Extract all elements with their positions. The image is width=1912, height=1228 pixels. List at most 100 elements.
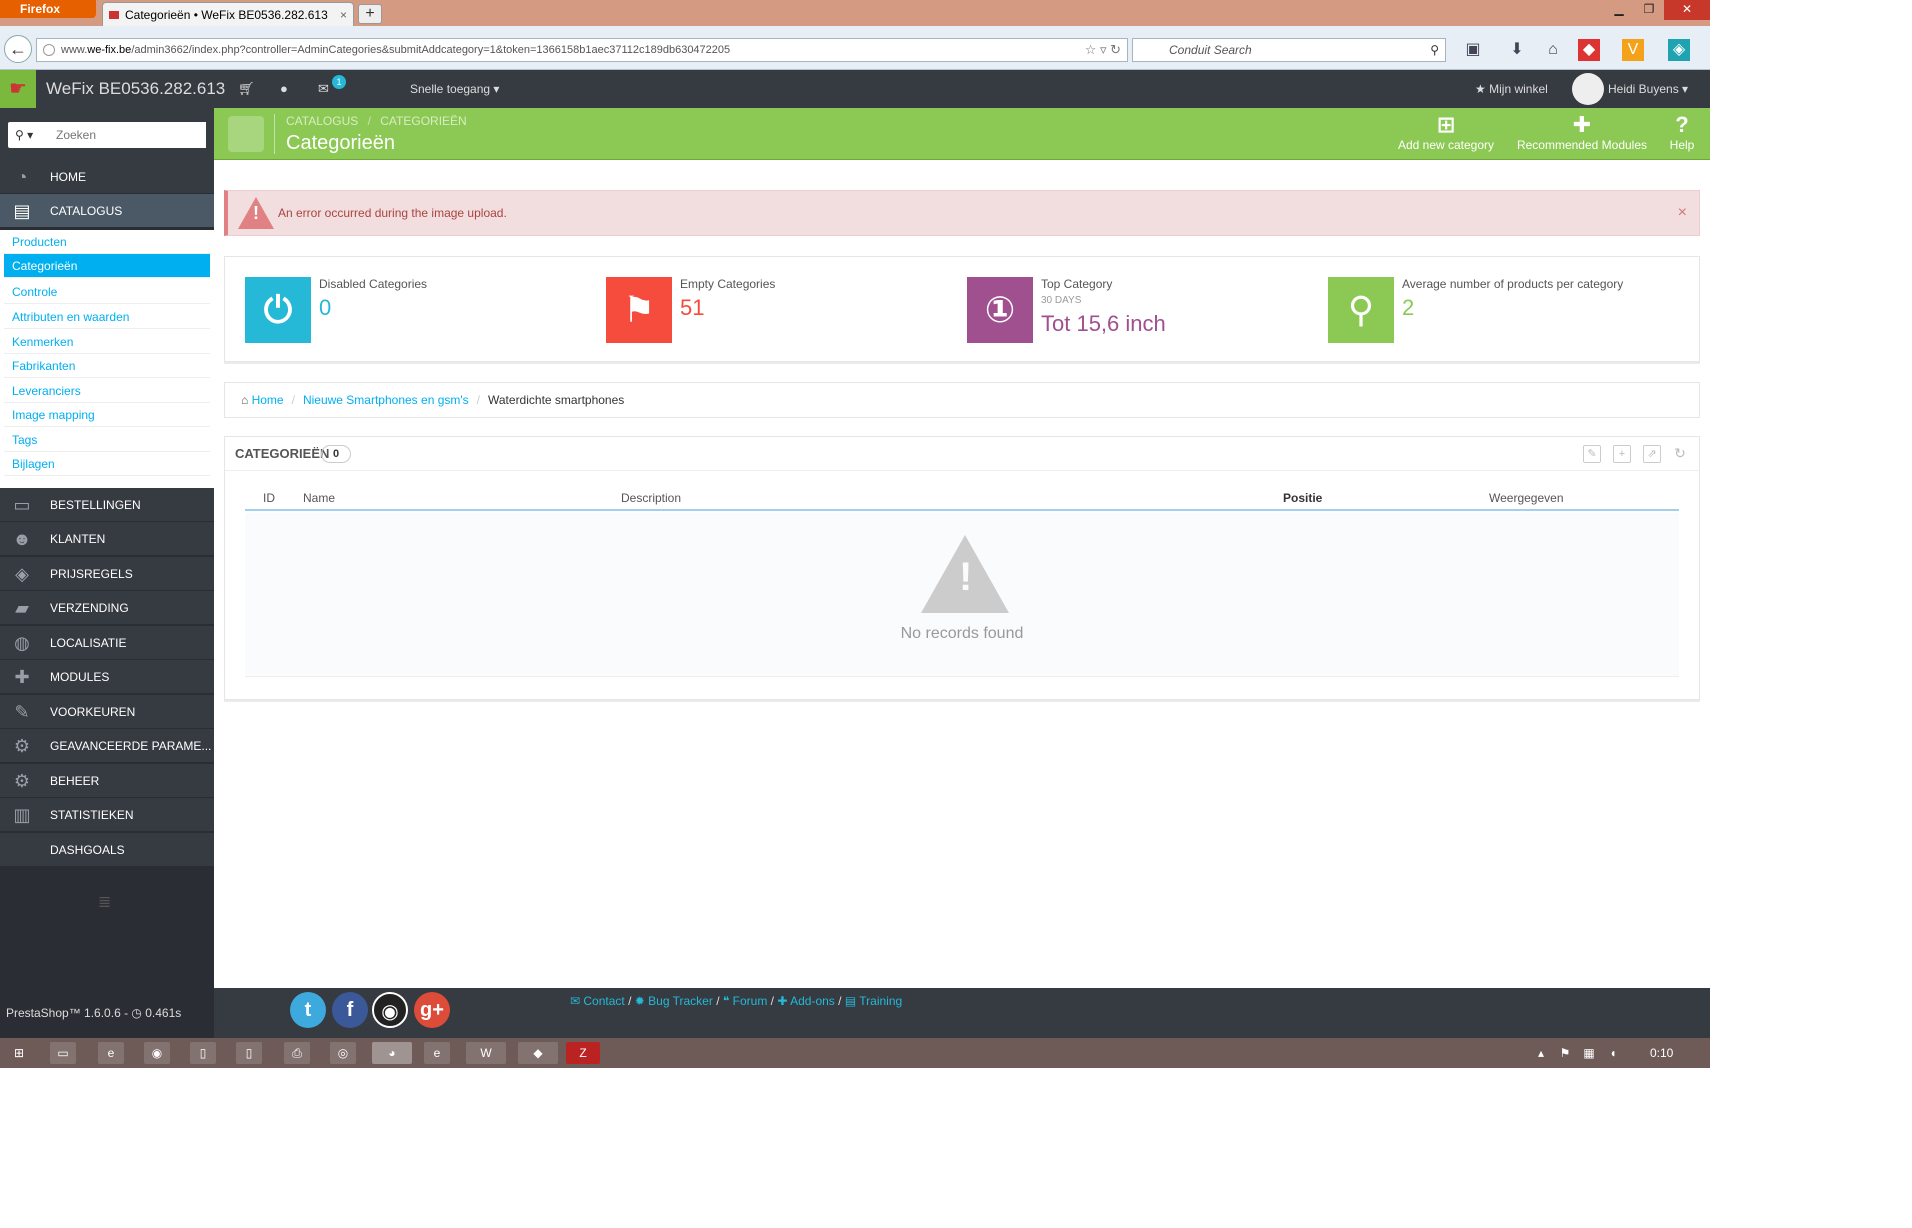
refresh-icon[interactable]: ↻ [1671,445,1689,463]
add-icon[interactable]: + [1613,445,1631,463]
search-bar[interactable]: Conduit Search ⚲ [1132,38,1446,62]
column-displayed[interactable]: Weergegeven [1489,491,1564,505]
column-position[interactable]: Positie [1283,491,1322,505]
sidebar-sub-tags[interactable]: Tags [4,428,210,452]
screenshot-icon[interactable]: ▣ [1462,39,1484,61]
recommended-modules-button[interactable]: ✚ Recommended Modules [1510,112,1654,156]
footer-link-addons[interactable]: ✚ Add-ons [777,994,834,1008]
user-icon[interactable]: ● [280,70,288,108]
shop-name[interactable]: WeFix BE0536.282.613 [46,70,225,108]
notepad-icon[interactable]: ▯ [236,1042,262,1064]
cart-icon[interactable]: 🛒︎ [238,70,255,108]
sidebar-item-dashgoals[interactable]: DASHGOALS [0,833,214,867]
twitter-icon[interactable]: t [290,992,326,1028]
sidebar-sub-producten[interactable]: Producten [4,230,210,254]
windows-start-icon[interactable]: ⊞ [6,1042,32,1064]
bookmark-star-icon[interactable]: ☆ ▿ ↻ [1085,39,1121,61]
explorer-icon[interactable]: ▭ [50,1042,76,1064]
ie-icon[interactable]: e [98,1042,124,1064]
sidebar-item-prijsregels[interactable]: ◈ PRIJSREGELS [0,557,214,591]
filezilla-icon[interactable]: Z [566,1042,600,1064]
restore-icon[interactable]: ❐ [1634,0,1664,20]
sidebar-item-statistieken[interactable]: ▥ STATISTIEKEN [0,798,214,832]
app-icon[interactable]: ◎ [330,1042,356,1064]
word-icon[interactable]: W [466,1042,506,1064]
sidebar-item-localisatie[interactable]: ◍ LOCALISATIE [0,626,214,660]
breadcrumb-home[interactable]: ⌂ Home [241,393,284,407]
url-bar[interactable]: www.we-fix.be/admin3662/index.php?contro… [36,38,1128,62]
addon-v-icon[interactable]: V [1622,39,1644,61]
toolbar-crumb-categories[interactable]: CATEGORIEËN [380,114,466,128]
sidebar-sub-attributen[interactable]: Attributen en waarden [4,305,210,329]
footer-link-forum[interactable]: ❝ Forum [723,994,767,1008]
footer-link-training[interactable]: ▤ Training [845,994,902,1008]
document-icon[interactable]: ▯ [190,1042,216,1064]
kpi-top-category[interactable]: ① Top Category 30 DAYS Tot 15,6 inch [967,277,1307,347]
mail-icon[interactable]: ✉ [318,70,329,108]
sidebar-item-bestellingen[interactable]: ▭ BESTELLINGEN [0,488,214,522]
sidebar-item-verzending[interactable]: ▰ VERZENDING [0,591,214,625]
menu-collapse-icon[interactable]: ≣ [98,892,111,912]
sidebar-item-klanten[interactable]: ☻ KLANTEN [0,522,214,556]
user-menu[interactable]: Heidi Buyens ▾ [1608,70,1688,108]
export-icon[interactable]: ⇗ [1643,445,1661,463]
firefox-taskbar-icon[interactable]: ◕ [372,1042,412,1064]
column-description[interactable]: Description [621,491,681,505]
avatar[interactable] [1572,73,1604,105]
tray-arrow-icon[interactable]: ▴ [1528,1042,1554,1064]
network-icon[interactable]: ▦ [1576,1042,1602,1064]
firefox-menu-button[interactable]: Firefox [0,0,96,18]
sidebar-search-input[interactable] [48,122,206,148]
addon-diamond-icon[interactable]: ◈ [1668,39,1690,61]
sidebar-sub-bijlagen[interactable]: Bijlagen [4,452,210,476]
search-type-dropdown[interactable]: ⚲ ▾ [8,122,48,148]
facebook-icon[interactable]: f [332,992,368,1028]
download-icon[interactable]: ⬇ [1506,39,1528,61]
sidebar-item-home[interactable]: ◔ HOME [0,160,214,194]
quick-access-dropdown[interactable]: Snelle toegang ▾ [410,70,499,108]
footer-link-contact[interactable]: ✉ Contact [570,994,625,1008]
sidebar-sub-leveranciers[interactable]: Leveranciers [4,379,210,403]
column-name[interactable]: Name [303,491,335,505]
sidebar-item-beheer[interactable]: ⚙ BEHEER [0,764,214,798]
browser-tab[interactable]: Categorieën • WeFix BE0536.282.613 × [102,2,354,26]
sidebar-sub-image-mapping[interactable]: Image mapping [4,403,210,427]
addon-red-icon[interactable]: ◆ [1578,39,1600,61]
printer-icon[interactable]: ⎙ [284,1042,310,1064]
minimize-icon[interactable]: ▁ [1604,0,1634,20]
kpi-disabled-categories[interactable]: ⏻ Disabled Categories 0 [245,277,585,347]
sidebar-sub-kenmerken[interactable]: Kenmerken [4,330,210,354]
sidebar-item-modules[interactable]: ✚ MODULES [0,660,214,694]
my-shop-link[interactable]: ★ Mijn winkel [1475,70,1548,108]
toolbar-crumb-catalog[interactable]: CATALOGUS [286,114,358,128]
chrome-icon[interactable]: ◉ [144,1042,170,1064]
system-clock[interactable]: 0:10 [1650,1038,1673,1068]
sidebar-item-geavanceerde[interactable]: ⚙ GEAVANCEERDE PARAME... [0,729,214,763]
help-button[interactable]: ? Help [1662,112,1702,156]
home-icon[interactable]: ⌂ [1542,39,1564,61]
footer-link-bug-tracker[interactable]: ✹ Bug Tracker [635,994,713,1008]
column-id[interactable]: ID [263,491,275,505]
edit-icon[interactable]: ✎ [1583,445,1601,463]
new-tab-button[interactable]: + [358,4,382,24]
kpi-empty-categories[interactable]: ⚑ Empty Categories 51 [606,277,946,347]
flag-icon[interactable]: ⚑ [1552,1042,1578,1064]
close-icon[interactable]: × [1678,191,1687,235]
tab-close-icon[interactable]: × [340,3,347,27]
breadcrumb-parent[interactable]: Nieuwe Smartphones en gsm's [303,393,469,407]
google-plus-icon[interactable]: g+ [414,992,450,1028]
github-icon[interactable]: ◉ [372,992,408,1028]
sidebar-item-voorkeuren[interactable]: ✎ VOORKEUREN [0,695,214,729]
sidebar-sub-controle[interactable]: Controle [4,280,210,304]
magnifier-icon[interactable]: ⚲ [1430,39,1439,61]
prestashop-logo-icon[interactable]: ☛ [0,70,36,108]
back-arrow-icon[interactable]: ← [4,35,32,63]
add-new-category-button[interactable]: ⊞ Add new category [1394,112,1498,156]
prestashop-taskbar-icon[interactable]: ◆ [518,1042,558,1064]
volume-icon[interactable]: ◖ [1600,1042,1626,1064]
window-close-icon[interactable]: ✕ [1664,0,1710,20]
sidebar-sub-fabrikanten[interactable]: Fabrikanten [4,354,210,378]
kpi-average-products[interactable]: ⚲ Average number of products per categor… [1328,277,1688,347]
sidebar-sub-categorieen[interactable]: Categorieën [4,254,210,278]
ie-taskbar-icon[interactable]: e [424,1042,450,1064]
